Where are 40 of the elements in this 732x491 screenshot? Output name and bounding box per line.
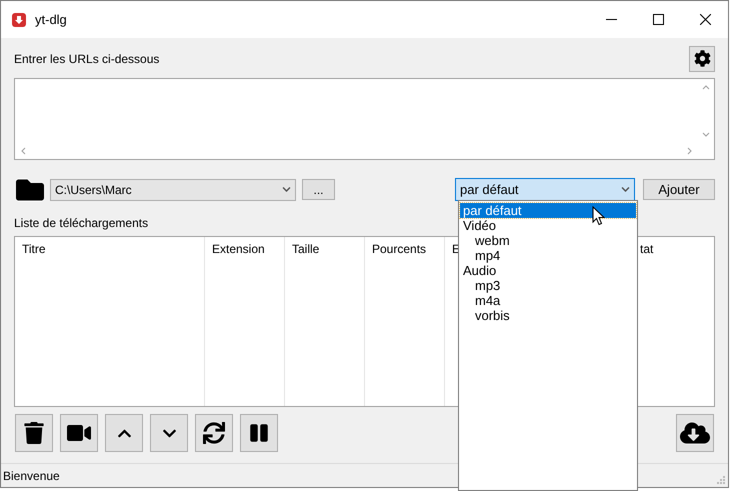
column-header[interactable]: Taille <box>292 240 320 258</box>
format-option[interactable]: Vidéo <box>460 218 636 233</box>
delete-button[interactable] <box>15 414 53 452</box>
format-option[interactable]: mp4 <box>460 248 636 263</box>
pause-icon <box>249 423 269 443</box>
url-label: Entrer les URLs ci-dessous <box>14 50 160 68</box>
pause-button[interactable] <box>240 414 278 452</box>
format-option[interactable]: m4a <box>460 293 636 308</box>
format-option[interactable]: webm <box>460 233 636 248</box>
download-button[interactable] <box>676 414 714 452</box>
maximize-icon[interactable] <box>653 14 664 25</box>
format-option[interactable]: par défaut <box>460 203 636 218</box>
status-text: Bienvenue <box>3 468 60 484</box>
chevron-icon <box>282 185 291 194</box>
reload-button[interactable] <box>195 414 233 452</box>
window-title: yt-dlg <box>35 10 67 29</box>
resize-grip-icon[interactable] <box>717 476 726 485</box>
chevron-icon <box>621 185 630 194</box>
move-up-button[interactable] <box>105 414 143 452</box>
move-down-button[interactable] <box>150 414 188 452</box>
app-logo-icon <box>12 12 26 26</box>
format-option[interactable]: Audio <box>460 263 636 278</box>
add-button[interactable]: Ajouter <box>643 179 715 200</box>
column-header[interactable]: Pourcents <box>372 240 426 258</box>
settings-icon <box>694 50 710 67</box>
trash-icon <box>23 422 45 444</box>
format-option[interactable]: vorbis <box>460 308 636 323</box>
close-icon[interactable] <box>700 14 711 25</box>
mouse-cursor-icon <box>592 206 605 226</box>
column-header[interactable]: Titre <box>22 240 46 258</box>
format-option[interactable]: mp3 <box>460 278 636 293</box>
format-dropdown[interactable]: par défaut <box>455 178 635 201</box>
column-header[interactable]: tat <box>640 240 654 258</box>
download-list-label: Liste de téléchargements <box>14 214 148 232</box>
video-button[interactable] <box>60 414 98 452</box>
sync-icon <box>203 422 225 444</box>
browse-button[interactable]: ... <box>302 179 335 200</box>
path-dropdown[interactable]: C:\Users\Marc <box>50 178 296 200</box>
settings-button[interactable] <box>689 46 715 72</box>
column-header[interactable]: Extension <box>212 240 265 258</box>
